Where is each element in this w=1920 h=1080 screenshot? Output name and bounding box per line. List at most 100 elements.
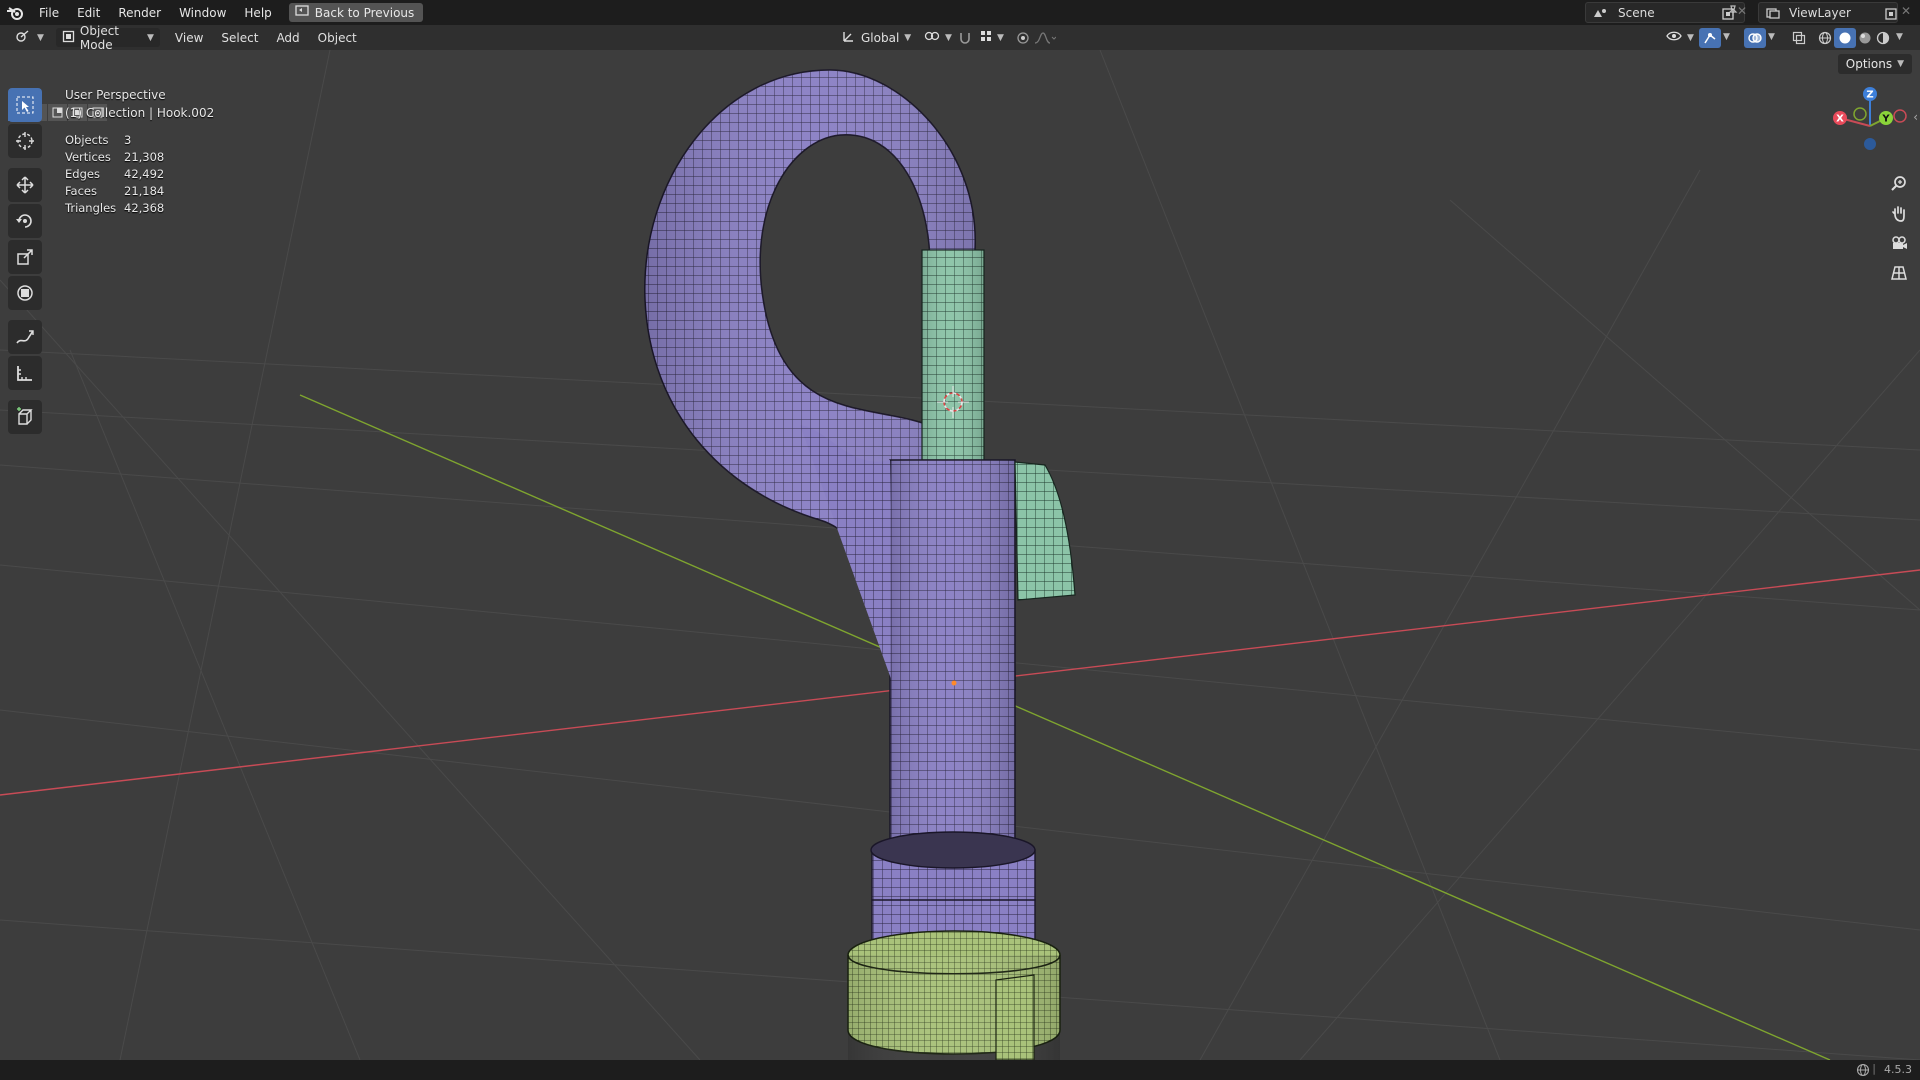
hook-green-fin [1014, 461, 1076, 601]
cursor-icon[interactable] [8, 124, 42, 158]
stat-label: Triangles [65, 200, 117, 215]
eye-icon [1666, 30, 1682, 45]
chevron-down-icon[interactable]: ▼ [1723, 32, 1730, 42]
gizmo-z-label: Z [1866, 90, 1873, 101]
zoom-icon[interactable] [1886, 170, 1912, 196]
stat-label: Edges [65, 166, 100, 181]
header-menu-view[interactable]: View [166, 31, 212, 45]
top-menu-bar: File Edit Render Window Help Back to Pre… [0, 0, 1920, 25]
camera-view-icon[interactable] [1886, 230, 1912, 256]
chevron-down-icon: ▼ [1687, 32, 1694, 43]
back-to-previous-label: Back to Previous [314, 5, 415, 20]
measure-icon[interactable] [8, 356, 42, 390]
header-menu-add[interactable]: Add [267, 31, 308, 45]
gizmo-x-label: X [1836, 114, 1844, 125]
header-menu-object[interactable]: Object [309, 31, 366, 45]
overlays-toggle-icon[interactable] [1744, 28, 1766, 48]
options-label: Options [1845, 57, 1893, 71]
object-origin [951, 680, 957, 686]
chevron-down-icon: ▼ [997, 32, 1004, 43]
menu-edit[interactable]: Edit [68, 0, 109, 25]
chevron-down-icon: ▼ [904, 32, 912, 43]
sidebar-toggle-icon[interactable]: ‹ [1913, 110, 1918, 124]
blender-version: 4.5.3 [1884, 1063, 1912, 1076]
network-globe-icon [1856, 1063, 1870, 1080]
navigation-gizmo[interactable]: Z X Y [1830, 86, 1910, 166]
viewport-canvas [0, 50, 1920, 1060]
chevron-down-icon: ▼ [37, 32, 44, 43]
wireframe-shading-icon[interactable] [1814, 28, 1836, 48]
view-layer-selector[interactable]: ViewLayer [1758, 2, 1898, 23]
stat-row: Vertices 21,308 [65, 148, 164, 165]
stat-row: Objects 3 [65, 131, 164, 148]
options-dropdown[interactable]: Options ▼ [1837, 54, 1912, 74]
proportional-editing-icon[interactable] [1012, 28, 1034, 48]
stat-value: 42,368 [124, 200, 165, 215]
chevron-down-icon[interactable]: ▼ [1896, 32, 1903, 42]
editor-type-icon [14, 29, 32, 46]
orientation-icon [842, 29, 856, 46]
editor-type-dropdown[interactable]: ▼ [8, 28, 50, 47]
object-mode-label: Object Mode [79, 23, 120, 52]
chevron-down-icon: ▼ [147, 32, 154, 43]
snap-target-dropdown[interactable]: ▼ [974, 28, 1010, 47]
gizmo-toggle-icon[interactable] [1699, 28, 1721, 48]
stat-row: Faces 21,184 [65, 182, 164, 199]
perspective-label: User Perspective [65, 88, 166, 102]
stat-value: 21,308 [124, 149, 165, 164]
menu-file[interactable]: File [30, 0, 68, 25]
new-scene-icon[interactable] [1717, 4, 1739, 24]
chevron-down-icon: ▼ [945, 32, 952, 43]
transform-orientation-label: Global [861, 30, 900, 45]
blender-logo-icon[interactable] [0, 0, 30, 25]
menu-window[interactable]: Window [170, 0, 235, 25]
pivot-icon [924, 29, 940, 46]
annotate-icon[interactable] [8, 320, 42, 354]
stat-label: Objects [65, 132, 109, 147]
scene-icon [1586, 7, 1614, 19]
visibility-dropdown[interactable]: ▼ [1660, 28, 1700, 47]
chevron-down-icon[interactable]: ▼ [1768, 32, 1775, 42]
falloff-curve-icon[interactable] [1034, 28, 1056, 48]
stat-label: Faces [65, 183, 97, 198]
snap-toggle-icon[interactable] [954, 28, 976, 48]
back-to-previous-button[interactable]: Back to Previous [288, 3, 424, 22]
object-mode-icon [62, 30, 75, 46]
stat-value: 21,184 [124, 183, 165, 198]
scene-statistics: Objects 3 Vertices 21,308 Edges 42,492 Face… [65, 131, 164, 216]
object-mode-dropdown[interactable]: Object Mode ▼ [55, 24, 160, 52]
viewport-header: ▼ Object Mode ▼ View Select Add Object G… [0, 24, 1920, 52]
xray-toggle-icon[interactable] [1788, 28, 1810, 48]
solid-shading-icon[interactable] [1834, 28, 1856, 48]
pan-hand-icon[interactable] [1886, 200, 1912, 226]
delete-view-layer-icon[interactable]: ✕ [1901, 4, 1911, 18]
stat-value: 42,492 [124, 166, 165, 181]
header-menu-select[interactable]: Select [212, 31, 267, 45]
new-view-layer-icon[interactable] [1880, 4, 1902, 24]
rotate-icon[interactable] [8, 204, 42, 238]
scale-icon[interactable] [8, 240, 42, 274]
status-separator: | [1872, 1062, 1876, 1075]
transform-orientation-dropdown[interactable]: Global ▼ [836, 28, 917, 47]
collection-label: (1) Collection | Hook.002 [65, 106, 215, 120]
select-box-icon[interactable] [8, 88, 42, 122]
tool-shelf [8, 86, 46, 436]
view-layer-icon [1759, 7, 1787, 19]
3d-viewport[interactable]: User Perspective (1) Collection | Hook.0… [0, 50, 1920, 1060]
rendered-shading-icon[interactable] [1872, 28, 1894, 48]
menu-help[interactable]: Help [235, 0, 280, 25]
transform-icon[interactable] [8, 276, 42, 310]
pivot-point-dropdown[interactable]: ▼ [918, 28, 958, 47]
move-icon[interactable] [8, 168, 42, 202]
viewport-info: User Perspective (1) Collection | Hook.0… [65, 86, 214, 122]
snap-grid-icon [980, 30, 992, 45]
menu-render[interactable]: Render [109, 0, 170, 25]
status-bar: | 4.5.3 [0, 1060, 1920, 1080]
stat-value: 3 [124, 132, 132, 147]
view-layer-name: ViewLayer [1789, 5, 1851, 20]
back-screen-icon [295, 5, 309, 20]
perspective-toggle-icon[interactable] [1886, 260, 1912, 286]
add-cube-icon[interactable] [8, 400, 42, 434]
scene-name: Scene [1618, 5, 1655, 20]
delete-scene-icon[interactable]: ✕ [1737, 4, 1747, 18]
